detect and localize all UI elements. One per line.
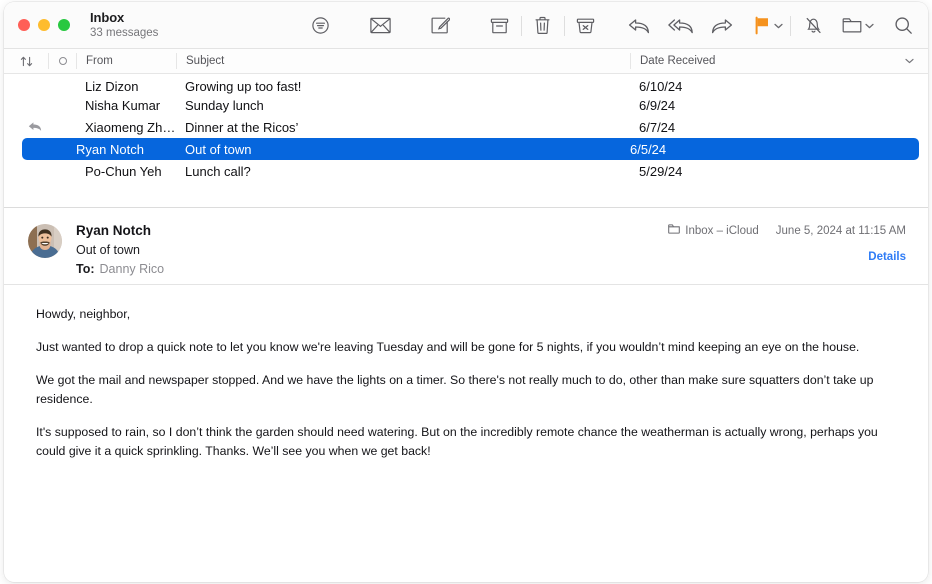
table-row-partial[interactable] xyxy=(4,182,928,200)
column-header-subject[interactable]: Subject xyxy=(176,53,630,69)
message-date: June 5, 2024 at 11:15 AM xyxy=(775,224,906,237)
details-button[interactable]: Details xyxy=(668,251,906,263)
table-row[interactable]: Nisha Kumar Sunday lunch 6/9/24 xyxy=(4,94,928,116)
mute-icon[interactable] xyxy=(797,7,831,45)
reply-icon[interactable] xyxy=(622,7,656,45)
row-date: 6/7/24 xyxy=(639,119,676,135)
toolbar: Inbox 33 messages xyxy=(4,2,928,49)
table-row[interactable]: Liz Dizon Growing up too fast! 6/10/24 xyxy=(4,74,928,94)
message-count: 33 messages xyxy=(90,26,159,39)
row-from: Ryan Notch xyxy=(76,141,144,157)
junk-icon[interactable] xyxy=(569,7,603,45)
message-meta: Inbox – iCloud June 5, 2024 at 11:15 AM … xyxy=(668,224,906,263)
column-header-from[interactable]: From xyxy=(76,53,176,69)
message-recipients: To: Danny Rico xyxy=(76,261,164,278)
row-subject: Sunday lunch xyxy=(185,97,264,113)
message-list[interactable]: Liz Dizon Growing up too fast! 6/10/24 N… xyxy=(4,74,928,208)
toolbar-actions xyxy=(304,2,920,49)
date-sort-chevron-down-icon[interactable] xyxy=(905,55,914,67)
filter-icon[interactable] xyxy=(304,7,338,45)
message-sender: Ryan Notch xyxy=(76,223,152,238)
zoom-button[interactable] xyxy=(58,19,70,31)
avatar xyxy=(28,224,62,258)
body-paragraph-3: We got the mail and newspaper stopped. A… xyxy=(36,373,874,407)
close-button[interactable] xyxy=(18,19,30,31)
message-identity: Ryan Notch Out of town To: Danny Rico xyxy=(76,222,164,284)
body-paragraph-2: Just wanted to drop a quick note to let … xyxy=(36,340,860,355)
flag-icon[interactable] xyxy=(753,7,771,45)
body-paragraph-1: Howdy, neighbor, xyxy=(36,307,131,321)
window-title-block: Inbox 33 messages xyxy=(90,10,158,40)
row-from: Xiaomeng Zh… xyxy=(85,119,176,135)
mark-read-icon[interactable] xyxy=(364,7,398,45)
unread-circle-icon xyxy=(58,57,67,65)
message-subject: Out of town xyxy=(76,243,140,258)
archive-icon[interactable] xyxy=(483,7,517,45)
search-icon[interactable] xyxy=(886,7,920,45)
body-paragraph-4: It's supposed to rain, so I don’t think … xyxy=(36,425,878,459)
row-from: Po-Chun Yeh xyxy=(85,163,162,179)
table-row-selected[interactable]: Ryan Notch Out of town 6/5/24 xyxy=(22,138,919,160)
row-subject: Out of town xyxy=(185,141,252,157)
folder-icon xyxy=(668,224,681,237)
move-folder-icon[interactable] xyxy=(842,7,862,45)
reply-all-icon[interactable] xyxy=(664,7,698,45)
column-header-unread[interactable] xyxy=(48,53,76,69)
compose-icon[interactable] xyxy=(423,7,457,45)
row-subject: Lunch call? xyxy=(185,163,251,179)
row-date: 5/29/24 xyxy=(639,163,683,179)
trash-icon[interactable] xyxy=(526,7,560,45)
row-subject: Growing up too fast! xyxy=(185,79,302,94)
row-reply-indicator xyxy=(4,121,48,133)
window-controls xyxy=(4,19,70,31)
message-header: Ryan Notch Out of town To: Danny Rico Inb… xyxy=(4,208,928,284)
table-row[interactable]: Xiaomeng Zh… Dinner at the Ricos’ 6/7/24 xyxy=(4,116,928,138)
row-from: Liz Dizon xyxy=(85,79,139,94)
message-list-header: From Subject Date Received xyxy=(4,49,928,74)
to-value: Danny Rico xyxy=(99,262,165,277)
table-row[interactable]: Po-Chun Yeh Lunch call? 5/29/24 xyxy=(4,160,928,182)
sort-icon[interactable] xyxy=(4,55,48,68)
mailbox-indicator[interactable]: Inbox – iCloud xyxy=(668,224,759,237)
row-date: 6/9/24 xyxy=(639,97,676,113)
minimize-button[interactable] xyxy=(38,19,50,31)
row-subject: Dinner at the Ricos’ xyxy=(185,119,299,135)
column-header-date[interactable]: Date Received xyxy=(630,53,928,69)
to-label: To: xyxy=(76,262,95,277)
forward-icon[interactable] xyxy=(706,7,740,45)
row-from: Nisha Kumar xyxy=(85,97,161,113)
row-date: 6/10/24 xyxy=(639,79,683,94)
mail-window: Inbox 33 messages From Subject Date Rece… xyxy=(4,2,928,582)
column-header-date-label: Date Received xyxy=(640,55,716,67)
row-date: 6/5/24 xyxy=(630,141,667,157)
mailbox-label: Inbox – iCloud xyxy=(685,224,759,237)
page-title: Inbox xyxy=(90,9,125,25)
folder-chevron-down-icon[interactable] xyxy=(862,7,876,45)
message-body: Howdy, neighbor, Just wanted to drop a q… xyxy=(4,285,928,582)
flag-chevron-down-icon[interactable] xyxy=(772,7,786,45)
